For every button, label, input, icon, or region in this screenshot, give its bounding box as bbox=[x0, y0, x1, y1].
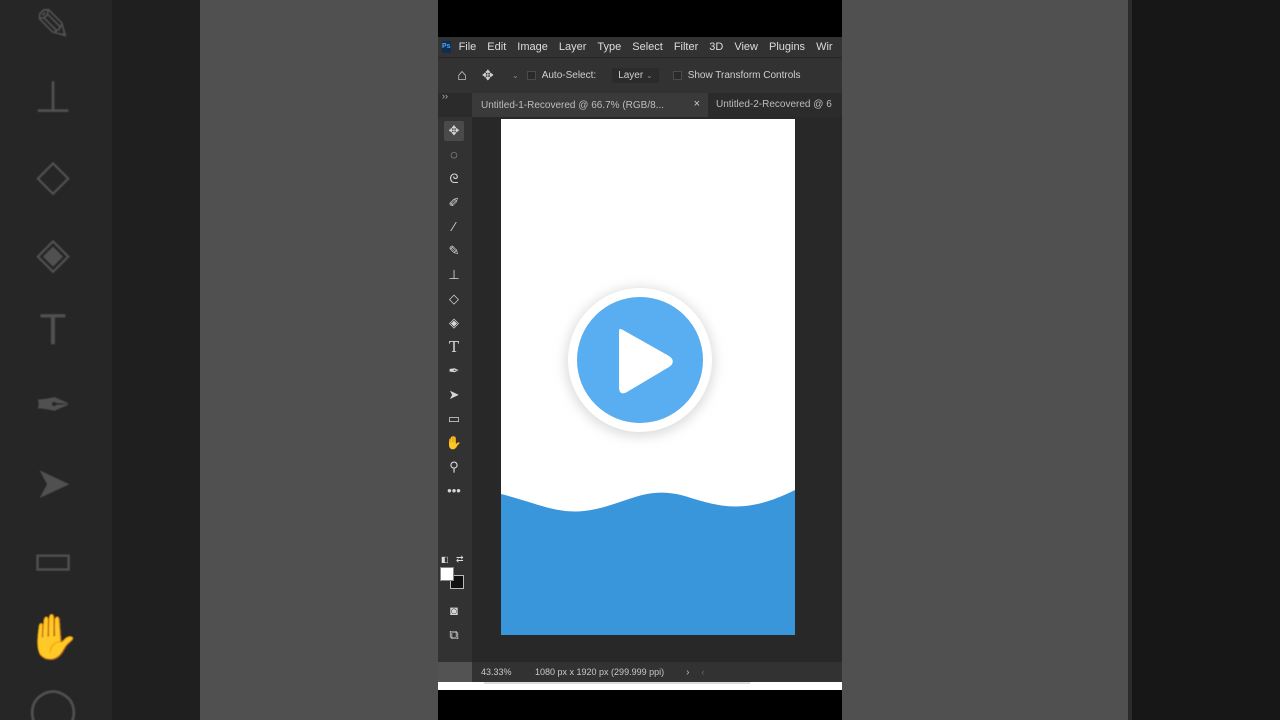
menu-filter[interactable]: Filter bbox=[674, 41, 698, 53]
canvas-artwork bbox=[501, 288, 795, 635]
tools-panel: ✥ ◌ ᘓ ✐ ⁄ ✎ ⊥ ◇ ◈ T ✒ ➤ ▭ ✋ ⚲ ••• ◧ ⇄ ◙ … bbox=[438, 117, 472, 662]
more-tools-icon[interactable]: ••• bbox=[444, 481, 464, 501]
chevron-right-icon[interactable]: › bbox=[686, 667, 689, 678]
move-tool-icon[interactable]: ✥ bbox=[444, 121, 464, 141]
pen-tool-icon[interactable]: ✒ bbox=[444, 361, 464, 381]
arrow-icon: ➤ bbox=[34, 459, 72, 508]
hand-icon: ✋ bbox=[25, 613, 81, 662]
menu-file[interactable]: File bbox=[459, 41, 477, 53]
blurred-gutter bbox=[112, 0, 200, 720]
eraser-icon: ◇ bbox=[36, 151, 70, 200]
transform-controls-label: Show Transform Controls bbox=[687, 70, 801, 81]
pen-icon: ✒ bbox=[34, 381, 72, 430]
blue-wave-shape bbox=[501, 490, 795, 635]
menu-bar: Ps File Edit Image Layer Type Select Fil… bbox=[438, 37, 842, 57]
zoom-icon: ◯ bbox=[28, 685, 78, 720]
tab-label: Untitled-2-Recovered @ 6 bbox=[716, 99, 832, 110]
menu-type[interactable]: Type bbox=[597, 41, 621, 53]
quick-selection-tool-icon[interactable]: ✐ bbox=[444, 193, 464, 213]
blurred-background-left: ✎ ⊥ ◇ ◈ T ✒ ➤ ▭ ✋ ◯ bbox=[0, 0, 438, 720]
scrollbar-thumb[interactable] bbox=[484, 682, 750, 684]
blurred-background-right bbox=[842, 0, 1280, 720]
zoom-level[interactable]: 43.33% bbox=[481, 667, 535, 677]
menu-3d[interactable]: 3D bbox=[709, 41, 723, 53]
blurred-canvas-area bbox=[200, 0, 438, 720]
hand-tool-icon[interactable]: ✋ bbox=[444, 433, 464, 453]
type-tool-icon[interactable]: T bbox=[444, 337, 464, 357]
quick-mask-icon[interactable]: ◙ bbox=[444, 601, 464, 621]
transform-controls-checkbox[interactable] bbox=[672, 71, 682, 80]
video-frame: Ps File Edit Image Layer Type Select Fil… bbox=[438, 0, 842, 720]
document-canvas[interactable] bbox=[501, 119, 795, 635]
chevron-down-icon[interactable]: ⌄ bbox=[512, 71, 519, 80]
menu-window[interactable]: Wir bbox=[816, 41, 833, 53]
paint-bucket-icon: ◈ bbox=[36, 229, 70, 278]
auto-select-label: Auto-Select: bbox=[541, 70, 597, 81]
rectangle-icon: ▭ bbox=[32, 535, 74, 584]
status-bar: 43.33% 1080 px x 1920 px (299.999 ppi) ›… bbox=[472, 662, 842, 682]
brush-icon: ✎ bbox=[34, 1, 72, 50]
photoshop-logo-icon: Ps bbox=[442, 41, 451, 53]
layer-select-value: Layer bbox=[618, 70, 644, 81]
eraser-tool-icon[interactable]: ◇ bbox=[444, 289, 464, 309]
close-icon[interactable]: × bbox=[694, 98, 700, 110]
path-selection-tool-icon[interactable]: ➤ bbox=[444, 385, 464, 405]
menu-view[interactable]: View bbox=[734, 41, 758, 53]
chevron-down-icon: ⌄ bbox=[645, 71, 653, 80]
layer-select-dropdown[interactable]: Layer ⌄ bbox=[612, 68, 659, 83]
stamp-tool-icon[interactable]: ⊥ bbox=[444, 265, 464, 285]
move-tool-icon[interactable]: ✥ bbox=[482, 67, 512, 84]
photoshop-window: Ps File Edit Image Layer Type Select Fil… bbox=[438, 37, 842, 682]
tab-untitled-2[interactable]: Untitled-2-Recovered @ 6 bbox=[716, 99, 832, 110]
brush-tool-icon[interactable]: ✎ bbox=[444, 241, 464, 261]
marquee-tool-icon[interactable]: ◌ bbox=[444, 145, 464, 165]
options-bar: ⌂ ✥ ⌄ Auto-Select: Layer ⌄ Show Transfor… bbox=[438, 57, 842, 93]
zoom-tool-icon[interactable]: ⚲ bbox=[444, 457, 464, 477]
canvas-area bbox=[472, 117, 842, 662]
type-icon: T bbox=[39, 305, 67, 354]
foreground-color-swatch[interactable] bbox=[440, 567, 454, 581]
horizontal-scrollbar[interactable] bbox=[438, 682, 842, 690]
lasso-tool-icon[interactable]: ᘓ bbox=[444, 169, 464, 189]
chevron-left-icon[interactable]: ‹ bbox=[701, 667, 704, 677]
menu-edit[interactable]: Edit bbox=[487, 41, 506, 53]
screen: ✎ ⊥ ◇ ◈ T ✒ ➤ ▭ ✋ ◯ Ps File Edit Image L… bbox=[0, 0, 1280, 720]
document-dimensions[interactable]: 1080 px x 1920 px (299.999 ppi) bbox=[535, 667, 664, 677]
screen-mode-icon[interactable]: ⧉ bbox=[444, 625, 464, 645]
color-swatches: ◧ ⇄ bbox=[440, 554, 468, 595]
swap-colors-icon[interactable]: ⇄ bbox=[456, 554, 464, 565]
tab-label: Untitled-1-Recovered @ 66.7% (RGB/8... bbox=[481, 99, 665, 111]
paint-bucket-tool-icon[interactable]: ◈ bbox=[444, 313, 464, 333]
tab-untitled-1[interactable]: Untitled-1-Recovered @ 66.7% (RGB/8... × bbox=[472, 93, 708, 117]
menu-layer[interactable]: Layer bbox=[559, 41, 587, 53]
home-icon[interactable]: ⌂ bbox=[448, 67, 476, 85]
menu-select[interactable]: Select bbox=[632, 41, 663, 53]
default-colors-icon[interactable]: ◧ bbox=[441, 555, 449, 564]
blurred-dark-strip bbox=[1132, 0, 1280, 720]
auto-select-checkbox[interactable] bbox=[526, 71, 536, 80]
stamp-icon: ⊥ bbox=[33, 73, 73, 122]
document-tab-bar: ›› Untitled-1-Recovered @ 66.7% (RGB/8..… bbox=[438, 91, 842, 117]
eyedropper-tool-icon[interactable]: ⁄ bbox=[444, 217, 464, 237]
panel-collapse-icon[interactable]: ›› bbox=[442, 91, 448, 101]
rectangle-tool-icon[interactable]: ▭ bbox=[444, 409, 464, 429]
menu-image[interactable]: Image bbox=[517, 41, 548, 53]
menu-plugins[interactable]: Plugins bbox=[769, 41, 805, 53]
